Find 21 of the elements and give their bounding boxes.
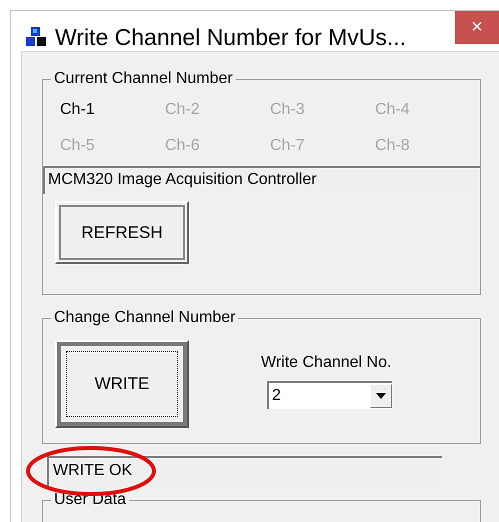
channel-label: Ch-8	[375, 136, 411, 156]
channel-select[interactable]: 2	[267, 381, 392, 409]
channel-label: Ch-4	[375, 100, 411, 120]
group-label: Change Channel Number	[51, 308, 238, 328]
refresh-button[interactable]: REFRESH	[55, 201, 189, 264]
dropdown-arrow-button[interactable]	[370, 384, 392, 408]
close-button[interactable]: ×	[455, 11, 499, 44]
write-button[interactable]: WRITE	[55, 340, 189, 428]
channel-label: Ch-3	[270, 100, 306, 120]
channel-label: Ch-2	[165, 100, 201, 120]
select-value: 2	[271, 386, 282, 406]
caret-icon	[376, 393, 386, 399]
channel-label: Ch-1	[60, 100, 96, 120]
channel-label: Ch-5	[60, 136, 96, 156]
window-title: Write Channel Number for MvUs...	[55, 23, 406, 51]
channel-label: Ch-6	[165, 136, 201, 156]
status-field: WRITE OK	[47, 456, 442, 486]
channel-label: Ch-7	[270, 136, 306, 156]
write-channel-label: Write Channel No.	[261, 353, 392, 373]
device-field: MCM320 Image Acquisition Controller	[43, 166, 480, 194]
cubes-icon	[25, 26, 47, 48]
